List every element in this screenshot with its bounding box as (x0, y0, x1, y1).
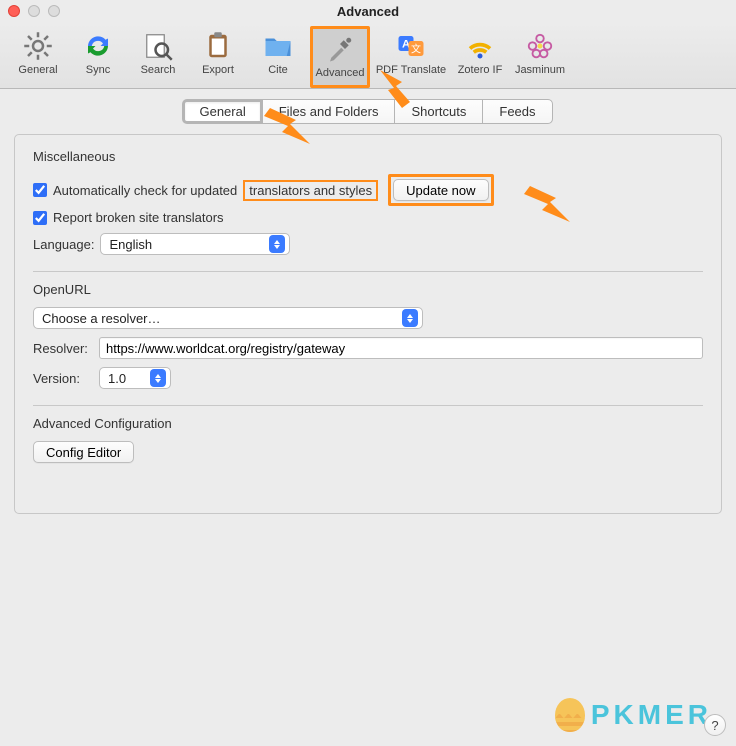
language-select[interactable]: English (100, 233, 290, 255)
titlebar: Advanced (0, 0, 736, 22)
toolbar-zotero-if[interactable]: Zotero IF (450, 26, 510, 82)
flower-icon (524, 30, 556, 62)
toolbar-label: Zotero IF (458, 64, 503, 76)
language-value: English (109, 237, 152, 252)
openurl-heading: OpenURL (33, 282, 703, 297)
auto-update-label-prefix: Automatically check for updated (53, 183, 237, 198)
toolbar-label: Jasminum (515, 64, 565, 76)
resolver-label: Resolver: (33, 341, 93, 356)
toolbar-label: Cite (268, 64, 288, 76)
resolver-input[interactable] (99, 337, 703, 359)
tools-icon (324, 33, 356, 65)
folder-icon (262, 30, 294, 62)
separator (33, 405, 703, 406)
toolbar-pdf-translate[interactable]: A文 PDF Translate (372, 26, 450, 82)
auto-update-highlight: translators and styles (243, 180, 378, 201)
config-editor-button[interactable]: Config Editor (33, 441, 134, 463)
subtab-bar: General Files and Folders Shortcuts Feed… (0, 99, 736, 124)
watermark: PKMER (555, 698, 712, 732)
auto-update-checkbox[interactable] (33, 183, 47, 197)
separator (33, 271, 703, 272)
version-row: Version: 1.0 (33, 367, 703, 389)
toolbar-export[interactable]: Export (188, 26, 248, 82)
version-label: Version: (33, 371, 93, 386)
toolbar-label: Advanced (316, 67, 365, 79)
language-row: Language: English (33, 233, 703, 255)
toolbar-label: PDF Translate (376, 64, 446, 76)
wifi-icon (464, 30, 496, 62)
toolbar-cite[interactable]: Cite (248, 26, 308, 82)
clipboard-icon (202, 30, 234, 62)
update-now-button[interactable]: Update now (393, 179, 488, 201)
report-broken-checkbox[interactable] (33, 211, 47, 225)
preferences-toolbar: General Sync Search Export Cite Advanced… (0, 22, 736, 89)
subtab-files-folders[interactable]: Files and Folders (262, 99, 396, 124)
sync-icon (82, 30, 114, 62)
search-icon (142, 30, 174, 62)
version-select[interactable]: 1.0 (99, 367, 171, 389)
toolbar-jasminum[interactable]: Jasminum (510, 26, 570, 82)
resolver-choose-value: Choose a resolver… (42, 311, 161, 326)
svg-text:文: 文 (411, 42, 421, 55)
help-button[interactable]: ? (704, 714, 726, 736)
select-arrows-icon (150, 369, 166, 387)
language-label: Language: (33, 237, 94, 252)
window-title: Advanced (0, 4, 736, 19)
version-value: 1.0 (108, 371, 126, 386)
gear-icon (22, 30, 54, 62)
report-broken-label: Report broken site translators (53, 210, 224, 225)
misc-heading: Miscellaneous (33, 149, 703, 164)
toolbar-sync[interactable]: Sync (68, 26, 128, 82)
resolver-row: Resolver: (33, 337, 703, 359)
resolver-chooser-select[interactable]: Choose a resolver… (33, 307, 423, 329)
watermark-icon (555, 698, 585, 732)
toolbar-label: General (18, 64, 57, 76)
subtab-shortcuts[interactable]: Shortcuts (394, 99, 483, 124)
toolbar-label: Export (202, 64, 234, 76)
toolbar-general[interactable]: General (8, 26, 68, 82)
translate-icon: A文 (395, 30, 427, 62)
auto-update-row: Automatically check for updated translat… (33, 174, 703, 206)
toolbar-advanced[interactable]: Advanced (310, 26, 370, 88)
advcfg-heading: Advanced Configuration (33, 416, 703, 431)
toolbar-search[interactable]: Search (128, 26, 188, 82)
select-arrows-icon (402, 309, 418, 327)
resolver-chooser-row: Choose a resolver… (33, 307, 703, 329)
preferences-pane: Miscellaneous Automatically check for up… (14, 134, 722, 514)
watermark-text: PKMER (591, 699, 712, 731)
subtab-feeds[interactable]: Feeds (482, 99, 552, 124)
subtab-general[interactable]: General (182, 99, 262, 124)
toolbar-label: Search (141, 64, 176, 76)
report-broken-row: Report broken site translators (33, 210, 703, 225)
select-arrows-icon (269, 235, 285, 253)
toolbar-label: Sync (86, 64, 110, 76)
